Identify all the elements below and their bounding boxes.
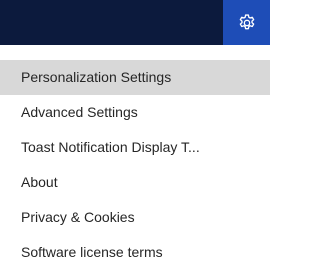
settings-menu: Personalization Settings Advanced Settin… (0, 60, 270, 270)
menu-item-toast-notification-display[interactable]: Toast Notification Display T... (0, 130, 270, 165)
menu-item-advanced-settings[interactable]: Advanced Settings (0, 95, 270, 130)
menu-item-software-license-terms[interactable]: Software license terms (0, 235, 270, 270)
menu-item-personalization-settings[interactable]: Personalization Settings (0, 60, 270, 95)
gear-icon (239, 13, 254, 29)
top-bar (0, 0, 270, 45)
settings-button[interactable] (223, 0, 270, 45)
menu-item-about[interactable]: About (0, 165, 270, 200)
menu-item-privacy-cookies[interactable]: Privacy & Cookies (0, 200, 270, 235)
